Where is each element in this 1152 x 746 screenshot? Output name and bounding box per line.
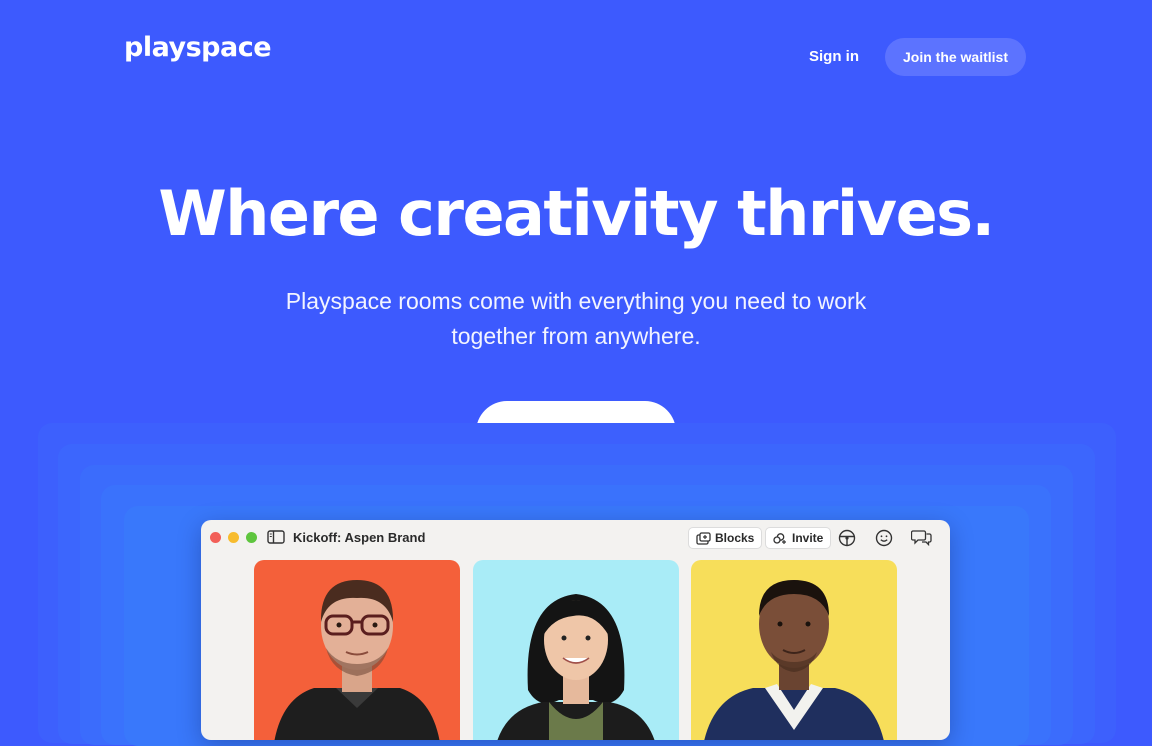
steering-wheel-icon[interactable] bbox=[837, 528, 857, 548]
sidebar-toggle-icon[interactable] bbox=[267, 530, 285, 549]
app-window: Kickoff: Aspen Brand Blocks Invite bbox=[201, 520, 950, 740]
smiley-icon[interactable] bbox=[874, 528, 894, 548]
logo[interactable]: playspace bbox=[124, 32, 272, 63]
window-zoom-button[interactable] bbox=[246, 532, 257, 543]
blocks-button[interactable]: Blocks bbox=[688, 527, 763, 549]
invite-button[interactable]: Invite bbox=[765, 527, 832, 549]
blocks-icon bbox=[696, 531, 711, 545]
participant-tile-1 bbox=[254, 560, 460, 740]
participant-3-video bbox=[691, 560, 897, 740]
participant-2-video bbox=[473, 560, 679, 740]
hero-subtitle: Playspace rooms come with everything you… bbox=[285, 288, 867, 349]
nav-join-waitlist-button[interactable]: Join the waitlist bbox=[885, 38, 1026, 76]
room-title: Kickoff: Aspen Brand bbox=[293, 530, 426, 545]
hero-title: Where creativity thrives. bbox=[158, 177, 995, 250]
participant-tile-2 bbox=[473, 560, 679, 740]
invite-icon bbox=[773, 532, 788, 545]
participant-1-video bbox=[254, 560, 460, 740]
blocks-label: Blocks bbox=[715, 531, 755, 545]
participant-tile-3 bbox=[691, 560, 897, 740]
invite-label: Invite bbox=[792, 531, 824, 545]
chat-bubbles-icon[interactable] bbox=[910, 528, 932, 548]
window-close-button[interactable] bbox=[210, 532, 221, 543]
sign-in-link[interactable]: Sign in bbox=[809, 48, 859, 65]
window-minimize-button[interactable] bbox=[228, 532, 239, 543]
